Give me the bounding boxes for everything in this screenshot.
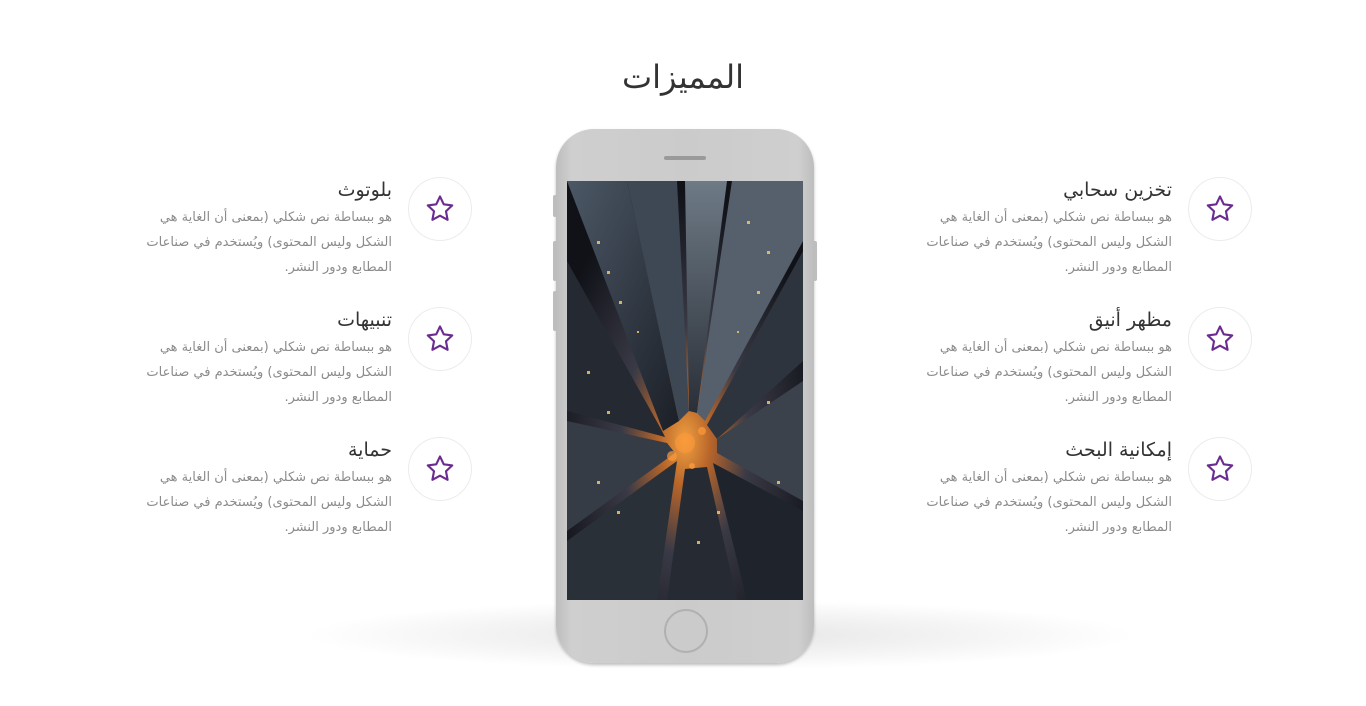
star-icon — [1206, 455, 1234, 481]
feature-icon-circle — [1188, 177, 1252, 241]
star-icon — [426, 195, 454, 221]
feature-icon-circle — [408, 307, 472, 371]
feature-title: إمكانية البحث — [1065, 439, 1172, 461]
phone-volume-up — [553, 241, 557, 281]
feature-icon-circle — [408, 177, 472, 241]
phone-power-button — [813, 241, 817, 281]
phone-speaker — [664, 156, 706, 160]
feature-description: هو ببساطة نص شكلي (بمعنى أن الغاية هي الش… — [926, 210, 1172, 275]
star-icon — [1206, 325, 1234, 351]
phone-volume-down — [553, 291, 557, 331]
feature-title: مظهر أنيق — [1088, 309, 1172, 331]
feature-title: بلوتوث — [337, 179, 392, 201]
feature-description: هو ببساطة نص شكلي (بمعنى أن الغاية هي الش… — [146, 210, 392, 275]
phone-mute-switch — [553, 195, 557, 217]
feature-description: هو ببساطة نص شكلي (بمعنى أن الغاية هي الش… — [146, 470, 392, 535]
feature-cloud-storage: تخزين سحابي هو ببساطة نص شكلي (بمعنى أن … — [892, 177, 1252, 287]
feature-description: هو ببساطة نص شكلي (بمعنى أن الغاية هي الش… — [146, 340, 392, 405]
phone-home-button — [664, 609, 708, 653]
feature-protection: حماية هو ببساطة نص شكلي (بمعنى أن الغاية… — [112, 437, 472, 547]
feature-elegant-look: مظهر أنيق هو ببساطة نص شكلي (بمعنى أن ال… — [892, 307, 1252, 417]
phone-screen-image — [567, 181, 803, 600]
star-icon — [1206, 195, 1234, 221]
feature-notifications: تنبيهات هو ببساطة نص شكلي (بمعنى أن الغا… — [112, 307, 472, 417]
feature-search: إمكانية البحث هو ببساطة نص شكلي (بمعنى أ… — [892, 437, 1252, 547]
phone-mockup — [553, 129, 817, 663]
feature-description: هو ببساطة نص شكلي (بمعنى أن الغاية هي الش… — [926, 470, 1172, 535]
star-icon — [426, 455, 454, 481]
feature-title: تخزين سحابي — [1063, 179, 1172, 201]
section-title: المميزات — [622, 58, 744, 96]
city-aerial-image — [567, 181, 803, 600]
star-icon — [426, 325, 454, 351]
feature-title: تنبيهات — [337, 309, 392, 331]
feature-icon-circle — [408, 437, 472, 501]
feature-icon-circle — [1188, 437, 1252, 501]
feature-bluetooth: بلوتوث هو ببساطة نص شكلي (بمعنى أن الغاي… — [112, 177, 472, 287]
feature-title: حماية — [348, 439, 392, 461]
feature-description: هو ببساطة نص شكلي (بمعنى أن الغاية هي الش… — [926, 340, 1172, 405]
feature-icon-circle — [1188, 307, 1252, 371]
